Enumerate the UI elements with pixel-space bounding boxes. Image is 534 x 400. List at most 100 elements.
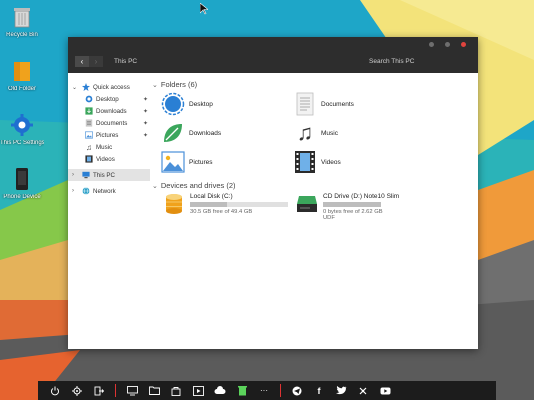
sidebar-item-label: Documents: [96, 119, 128, 127]
sidebar-item-label: Music: [96, 143, 113, 151]
sidebar-item-this-pc[interactable]: › This PC: [68, 169, 150, 181]
twitter-button[interactable]: [330, 381, 352, 400]
folder-downloads[interactable]: Downloads: [160, 120, 221, 146]
sidebar-item-videos[interactable]: Videos: [68, 153, 150, 165]
sidebar-item-label: Videos: [96, 155, 115, 163]
sidebar-item-quick-access[interactable]: ⌄ Quick access: [68, 81, 150, 93]
forward-button[interactable]: ›: [89, 56, 103, 67]
minimize-button[interactable]: [429, 42, 434, 47]
documents-folder-icon: [292, 91, 318, 117]
address-bar[interactable]: This PC: [114, 58, 137, 65]
monitor-button[interactable]: [121, 381, 143, 400]
desktop-icon: [85, 95, 93, 103]
drive-usage-fill: [323, 202, 381, 207]
sidebar-item-music[interactable]: ♫ Music: [68, 141, 150, 153]
facebook-icon: f: [317, 385, 321, 396]
pin-icon[interactable]: ✦: [143, 96, 148, 103]
sidebar-item-desktop[interactable]: Desktop ✦: [68, 93, 150, 105]
back-button[interactable]: ‹: [75, 56, 89, 67]
drive-name: CD Drive (D:) Note10 Slim: [323, 193, 400, 200]
folder-icon: [148, 386, 160, 395]
folders-group-header[interactable]: ⌄ Folders (6): [152, 80, 197, 89]
cd-drive-icon: [295, 193, 319, 215]
drive-cd-d[interactable]: CD Drive (D:) Note10 Slim 0 bytes free o…: [295, 193, 399, 221]
file-explorer-button[interactable]: [143, 381, 165, 400]
search-input[interactable]: Search This PC: [369, 58, 414, 65]
sidebar-item-label: Network: [93, 187, 116, 195]
twitter-icon: [335, 386, 346, 395]
drive-usage-bar: [190, 202, 288, 207]
drive-free-space: 30.5 GB free of 49.4 GB: [190, 209, 253, 215]
desktop-icon-device[interactable]: Phone Device: [0, 166, 44, 201]
gear-icon: [11, 114, 33, 136]
desktop-icon-label: Old Folder: [7, 86, 36, 92]
music-icon: ♫: [86, 142, 92, 152]
folder-name: Desktop: [189, 100, 213, 108]
folder-icon: [14, 62, 30, 81]
maximize-button[interactable]: [445, 42, 450, 47]
power-button[interactable]: [44, 381, 66, 400]
more-icon: ···: [260, 386, 268, 395]
phone-icon: [16, 168, 28, 190]
logout-button[interactable]: [88, 381, 110, 400]
pin-icon[interactable]: ✦: [143, 132, 148, 139]
folder-videos[interactable]: Videos: [292, 149, 341, 175]
hard-disk-icon: [162, 193, 186, 215]
store-button[interactable]: [165, 381, 187, 400]
navigation-pane: ⌄ Quick access Desktop ✦ Downloads ✦ Doc…: [68, 73, 150, 349]
sidebar-item-pictures[interactable]: Pictures ✦: [68, 129, 150, 141]
folder-documents[interactable]: Documents: [292, 91, 354, 117]
media-button[interactable]: [187, 381, 209, 400]
drive-local-disk-c[interactable]: Local Disk (C:) 30.5 GB free of 49.4 GB: [162, 193, 288, 215]
download-icon: [85, 107, 93, 115]
chevron-right-icon[interactable]: ›: [72, 172, 74, 178]
youtube-button[interactable]: [374, 381, 396, 400]
title-bar: ‹ › This PC Search This PC: [68, 37, 478, 73]
sidebar-item-label: Downloads: [96, 107, 127, 115]
folder-name: Documents: [321, 100, 354, 108]
logout-icon: [94, 386, 104, 395]
pin-icon[interactable]: ✦: [143, 120, 148, 127]
sidebar-item-label: Desktop: [96, 95, 119, 103]
chevron-right-icon[interactable]: ›: [72, 188, 74, 194]
folder-pictures[interactable]: Pictures: [160, 149, 212, 175]
desktop-icon-label: This PC Settings: [0, 140, 44, 146]
document-icon: [85, 119, 93, 127]
sidebar-item-label: This PC: [93, 171, 116, 179]
media-icon: [192, 385, 204, 396]
telegram-icon: [292, 386, 302, 395]
chevron-down-icon[interactable]: ⌄: [152, 182, 158, 190]
folders-heading: Folders (6): [160, 80, 198, 89]
desktop-icon-settings[interactable]: This PC Settings: [0, 112, 44, 147]
folder-desktop[interactable]: Desktop: [160, 91, 213, 117]
star-icon: [82, 83, 90, 91]
cloud-button[interactable]: [209, 381, 231, 400]
settings-button[interactable]: [66, 381, 88, 400]
facebook-button[interactable]: f: [308, 381, 330, 400]
sidebar-item-network[interactable]: › Network: [68, 185, 150, 197]
sidebar-item-label: Quick access: [93, 83, 130, 91]
sidebar-item-downloads[interactable]: Downloads ✦: [68, 105, 150, 117]
close-button[interactable]: [461, 42, 466, 47]
mouse-cursor-icon: [200, 3, 208, 15]
desktop-icon-folder[interactable]: Old Folder: [0, 58, 44, 93]
drive-usage-bar: [323, 202, 381, 207]
video-icon: [85, 155, 93, 163]
chevron-down-icon[interactable]: ⌄: [152, 81, 158, 89]
desktop-icon-label: Recycle Bin: [6, 32, 38, 38]
chevron-down-icon[interactable]: ⌄: [72, 84, 77, 91]
recycle-bin-button[interactable]: [231, 381, 253, 400]
navigation-buttons: ‹ ›: [75, 56, 103, 67]
pin-icon[interactable]: ✦: [143, 108, 148, 115]
desktop-icon-recycle-bin[interactable]: Recycle Bin: [0, 4, 44, 39]
apps-button[interactable]: [352, 381, 374, 400]
desktop-folder-icon: [160, 91, 186, 117]
power-icon: [51, 386, 59, 395]
folder-music[interactable]: ♫ Music: [292, 120, 338, 146]
sidebar-item-documents[interactable]: Documents ✦: [68, 117, 150, 129]
more-button[interactable]: ···: [253, 381, 275, 400]
telegram-button[interactable]: [286, 381, 308, 400]
drives-group-header[interactable]: ⌄ Devices and drives (2): [152, 181, 236, 190]
store-icon: [171, 386, 181, 396]
taskbar-separator: [115, 384, 116, 397]
